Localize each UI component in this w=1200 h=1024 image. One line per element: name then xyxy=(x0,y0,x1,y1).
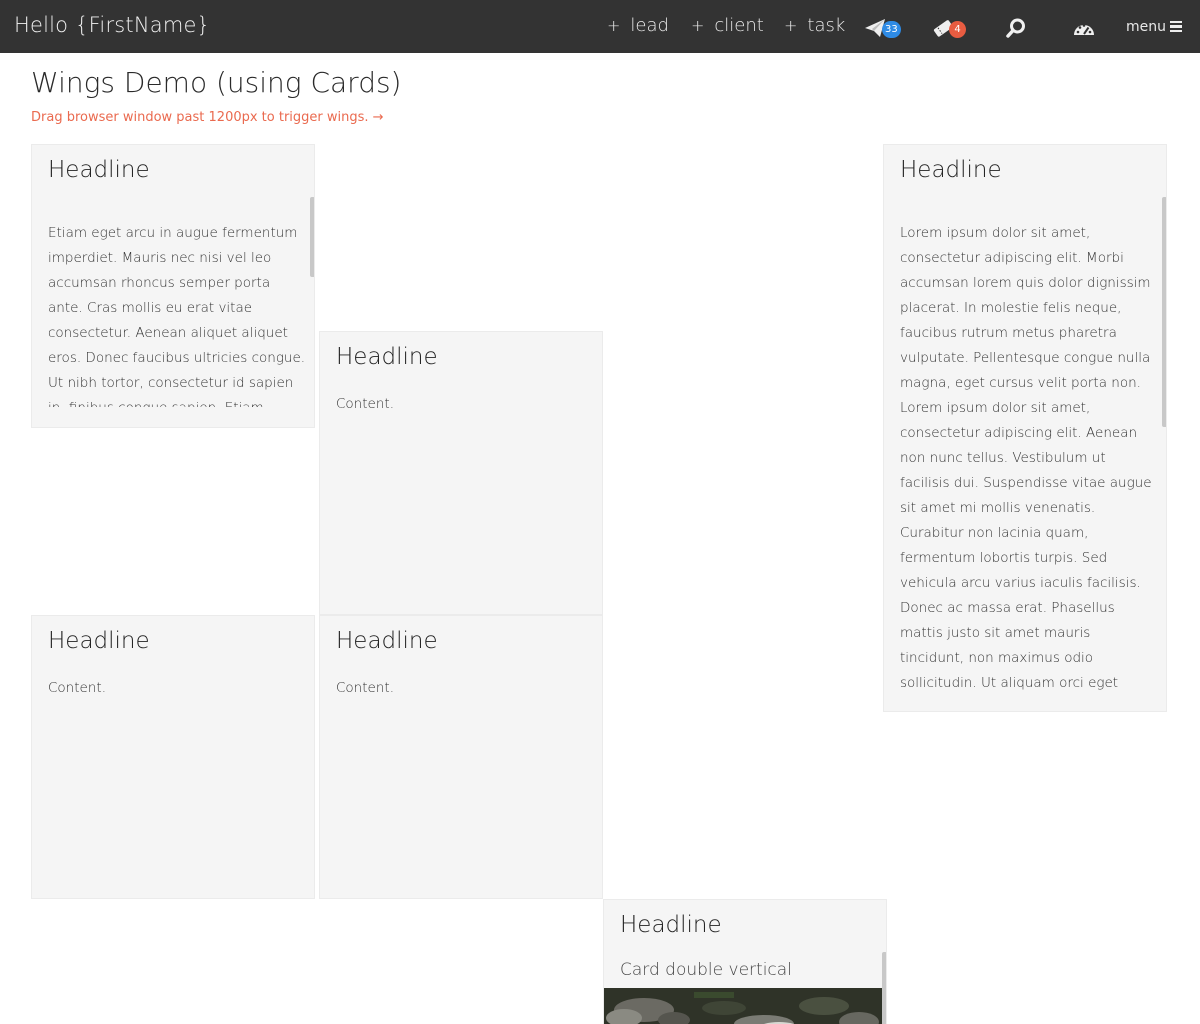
tickets-count-badge: 4 xyxy=(949,21,966,38)
card-wing-right[interactable]: Headline Lorem ipsum dolor sit amet, con… xyxy=(883,144,1167,712)
add-lead-button[interactable]: + lead xyxy=(607,15,669,36)
card-double-vertical[interactable]: Headline Card double vertical xyxy=(603,899,887,1024)
card-content: Headline Content. xyxy=(319,615,603,899)
plus-icon: + xyxy=(784,16,798,35)
add-client-button[interactable]: + client xyxy=(691,15,764,36)
top-navbar: Hello {FirstName} + lead + client + task 33… xyxy=(0,0,1200,53)
card-body: Lorem ipsum dolor sit amet, consectetur … xyxy=(900,225,1152,701)
plus-icon: + xyxy=(691,16,705,35)
greeting-text: Hello {FirstName} xyxy=(14,13,211,37)
card-headline: Headline xyxy=(336,628,438,654)
hamburger-icon xyxy=(1170,21,1182,32)
card-body: Content. xyxy=(336,396,394,412)
dashboard-icon xyxy=(1074,24,1094,35)
card-body: Etiam eget arcu in augue fermentum imper… xyxy=(48,225,306,407)
card-body: Content. xyxy=(336,680,394,696)
menu-label: menu xyxy=(1126,19,1166,35)
add-task-button[interactable]: + task xyxy=(784,15,845,36)
card-headline: Headline xyxy=(48,628,150,654)
card-subtitle: Card double vertical xyxy=(620,960,792,980)
add-lead-label: lead xyxy=(630,15,669,36)
search-icon xyxy=(1006,18,1025,38)
page-hint: Drag browser window past 1200px to trigg… xyxy=(31,110,384,125)
menu-button[interactable]: menu xyxy=(1126,19,1182,35)
tickets-button[interactable]: 4 xyxy=(932,16,966,40)
rocks-photo-image xyxy=(604,988,882,1024)
add-task-label: task xyxy=(807,15,846,36)
plus-icon: + xyxy=(607,16,621,35)
messages-button[interactable]: 33 xyxy=(864,16,901,40)
card-photo xyxy=(604,988,882,1024)
card-headline: Headline xyxy=(900,157,1002,183)
search-button[interactable] xyxy=(1005,16,1031,40)
card-headline: Headline xyxy=(620,912,722,938)
add-client-label: client xyxy=(714,15,764,36)
page-title: Wings Demo (using Cards) xyxy=(31,66,402,99)
card-scrollbar[interactable] xyxy=(310,197,314,277)
card-content: Headline Content. xyxy=(31,615,315,899)
card-headline: Headline xyxy=(336,344,438,370)
card-scrollbar[interactable] xyxy=(1162,197,1166,427)
dashboard-button[interactable] xyxy=(1072,16,1098,40)
card-headline: Headline xyxy=(48,157,150,183)
card-scrollbar[interactable] xyxy=(882,952,886,1024)
card-body: Content. xyxy=(48,680,106,696)
messages-count-badge: 33 xyxy=(882,21,901,38)
card-content: Headline Content. xyxy=(319,331,603,615)
card-scrollable-left[interactable]: Headline Etiam eget arcu in augue fermen… xyxy=(31,144,315,428)
